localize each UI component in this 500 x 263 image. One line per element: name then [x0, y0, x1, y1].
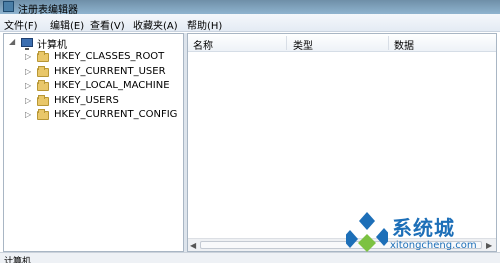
tree-node-hkey-users[interactable]: ▷ HKEY_USERS [4, 95, 182, 109]
folder-icon [37, 66, 49, 77]
expand-arrow-icon[interactable]: ▷ [25, 52, 31, 61]
scroll-left-icon[interactable]: ◀ [190, 241, 196, 250]
title-bar: 注册表编辑器 [0, 0, 500, 14]
tree-node-hkey-current-user[interactable]: ▷ HKEY_CURRENT_USER [4, 66, 182, 80]
folder-icon [37, 80, 49, 91]
tree-node-label: HKEY_CLASSES_ROOT [54, 51, 165, 62]
tree-node-label: 计算机 [37, 40, 67, 51]
tree-node-label: HKEY_CURRENT_USER [54, 66, 166, 77]
computer-icon [21, 38, 33, 50]
tree-node-label: HKEY_LOCAL_MACHINE [54, 80, 170, 91]
folder-icon [37, 95, 49, 106]
menu-help[interactable]: 帮助(H) [187, 17, 222, 32]
expand-arrow-icon[interactable]: ▷ [25, 67, 31, 76]
menu-bar: 文件(F) 编辑(E) 查看(V) 收藏夹(A) 帮助(H) [0, 14, 500, 32]
watermark: 系统城 xitongcheng.com [346, 212, 498, 256]
tree-node-computer[interactable]: ◢ 计算机 [4, 36, 182, 51]
menu-favorites[interactable]: 收藏夹(A) [133, 17, 178, 32]
collapse-arrow-icon[interactable]: ◢ [9, 37, 15, 46]
menu-view[interactable]: 查看(V) [90, 17, 125, 32]
tree-node-label: HKEY_USERS [54, 95, 119, 106]
tree-node-hkey-local-machine[interactable]: ▷ HKEY_LOCAL_MACHINE [4, 80, 182, 94]
column-divider[interactable] [286, 36, 287, 50]
list-header: 名称 类型 数据 [188, 34, 496, 52]
xitongcheng-logo-icon [346, 212, 388, 252]
tree-node-label: HKEY_CURRENT_CONFIG [54, 109, 178, 120]
column-divider[interactable] [388, 36, 389, 50]
watermark-name: 系统城 [392, 216, 455, 240]
expand-arrow-icon[interactable]: ▷ [25, 110, 31, 119]
status-text: 计算机 [4, 257, 32, 263]
folder-icon [37, 51, 49, 62]
expand-arrow-icon[interactable]: ▷ [25, 81, 31, 90]
registry-tree-pane[interactable]: ◢ 计算机 ▷ HKEY_CLASSES_ROOT ▷ HKEY_CURRENT… [3, 33, 184, 252]
tree-node-hkey-current-config[interactable]: ▷ HKEY_CURRENT_CONFIG [4, 109, 182, 123]
column-header-type[interactable]: 类型 [293, 37, 313, 52]
menu-edit[interactable]: 编辑(E) [50, 17, 84, 32]
column-header-name[interactable]: 名称 [193, 37, 213, 52]
watermark-url: xitongcheng.com [390, 240, 477, 251]
folder-icon [37, 109, 49, 120]
column-header-data[interactable]: 数据 [394, 37, 414, 52]
expand-arrow-icon[interactable]: ▷ [25, 96, 31, 105]
window-title: 注册表编辑器 [18, 5, 78, 14]
menu-file[interactable]: 文件(F) [4, 17, 38, 32]
regedit-app-icon [3, 1, 14, 12]
tree-node-hkey-classes-root[interactable]: ▷ HKEY_CLASSES_ROOT [4, 51, 182, 65]
